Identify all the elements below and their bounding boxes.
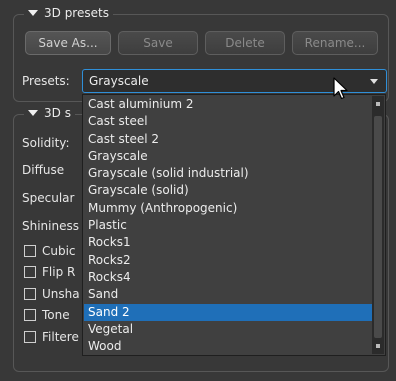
cubic-label: Cubic (42, 244, 76, 258)
chevron-down-icon[interactable] (370, 79, 378, 84)
dropdown-item-highlighted[interactable]: Sand 2 (84, 303, 372, 321)
dropdown-item[interactable]: Wood (84, 338, 372, 355)
dropdown-item[interactable]: Rocks2 (84, 252, 372, 269)
mouse-cursor-icon (333, 77, 348, 100)
dropdown-item[interactable]: Mummy (Anthropogenic) (84, 200, 372, 217)
presets-group-header[interactable]: 3D presets (24, 6, 113, 20)
scroll-up-icon[interactable] (376, 102, 380, 106)
save-button[interactable]: Save (118, 31, 198, 55)
collapse-triangle-icon[interactable] (28, 110, 38, 116)
presets-selected-value: Grayscale (89, 74, 149, 88)
flip-checkbox[interactable] (24, 266, 36, 278)
dropdown-item[interactable]: Grayscale (solid) (84, 182, 372, 199)
dropdown-item[interactable]: Grayscale (solid industrial) (84, 165, 372, 182)
save-as-button[interactable]: Save As... (25, 31, 111, 55)
presets-dropdown-list[interactable]: Cast aluminium 2 Cast steel Cast steel 2… (82, 94, 386, 356)
dropdown-item[interactable]: Cast aluminium 2 (84, 96, 372, 113)
flip-label: Flip R (42, 265, 76, 279)
cubic-checkbox[interactable] (24, 245, 36, 257)
dropdown-item[interactable]: Vegetal (84, 321, 372, 338)
shininess-label: Shininess (22, 219, 79, 233)
dropdown-scrollbar[interactable] (372, 96, 384, 354)
tone-checkbox[interactable] (24, 309, 36, 321)
collapse-triangle-icon[interactable] (28, 10, 38, 16)
scrollbar-thumb[interactable] (374, 116, 382, 338)
dropdown-item[interactable]: Cast steel (84, 113, 372, 130)
scroll-down-icon[interactable] (376, 344, 380, 348)
diffuse-label: Diffuse (22, 163, 65, 177)
unshaded-checkbox[interactable] (24, 288, 36, 300)
unshaded-label: Unsha (42, 287, 80, 301)
dropdown-item[interactable]: Plastic (84, 217, 372, 234)
dropdown-item[interactable]: Rocks1 (84, 234, 372, 251)
presets-group-title: 3D presets (44, 6, 109, 20)
solidity-label: Solidity: (22, 136, 70, 150)
dropdown-item[interactable]: Grayscale (84, 148, 372, 165)
dropdown-item[interactable]: Rocks4 (84, 269, 372, 286)
rename-button[interactable]: Rename... (292, 31, 378, 55)
filtered-label: Filtere (42, 330, 79, 344)
presets-panel: 3D presets Save As... Save Delete Rename… (0, 0, 396, 381)
dropdown-item[interactable]: Sand (84, 286, 372, 303)
presets-label: Presets: (22, 74, 70, 88)
specular-label: Specular (22, 191, 75, 205)
settings-group-header[interactable]: 3D s (24, 106, 75, 120)
dropdown-item[interactable]: Cast steel 2 (84, 131, 372, 148)
delete-button[interactable]: Delete (205, 31, 285, 55)
filtered-checkbox[interactable] (24, 331, 36, 343)
tone-label: Tone (42, 308, 70, 322)
settings-group-title: 3D s (44, 106, 71, 120)
